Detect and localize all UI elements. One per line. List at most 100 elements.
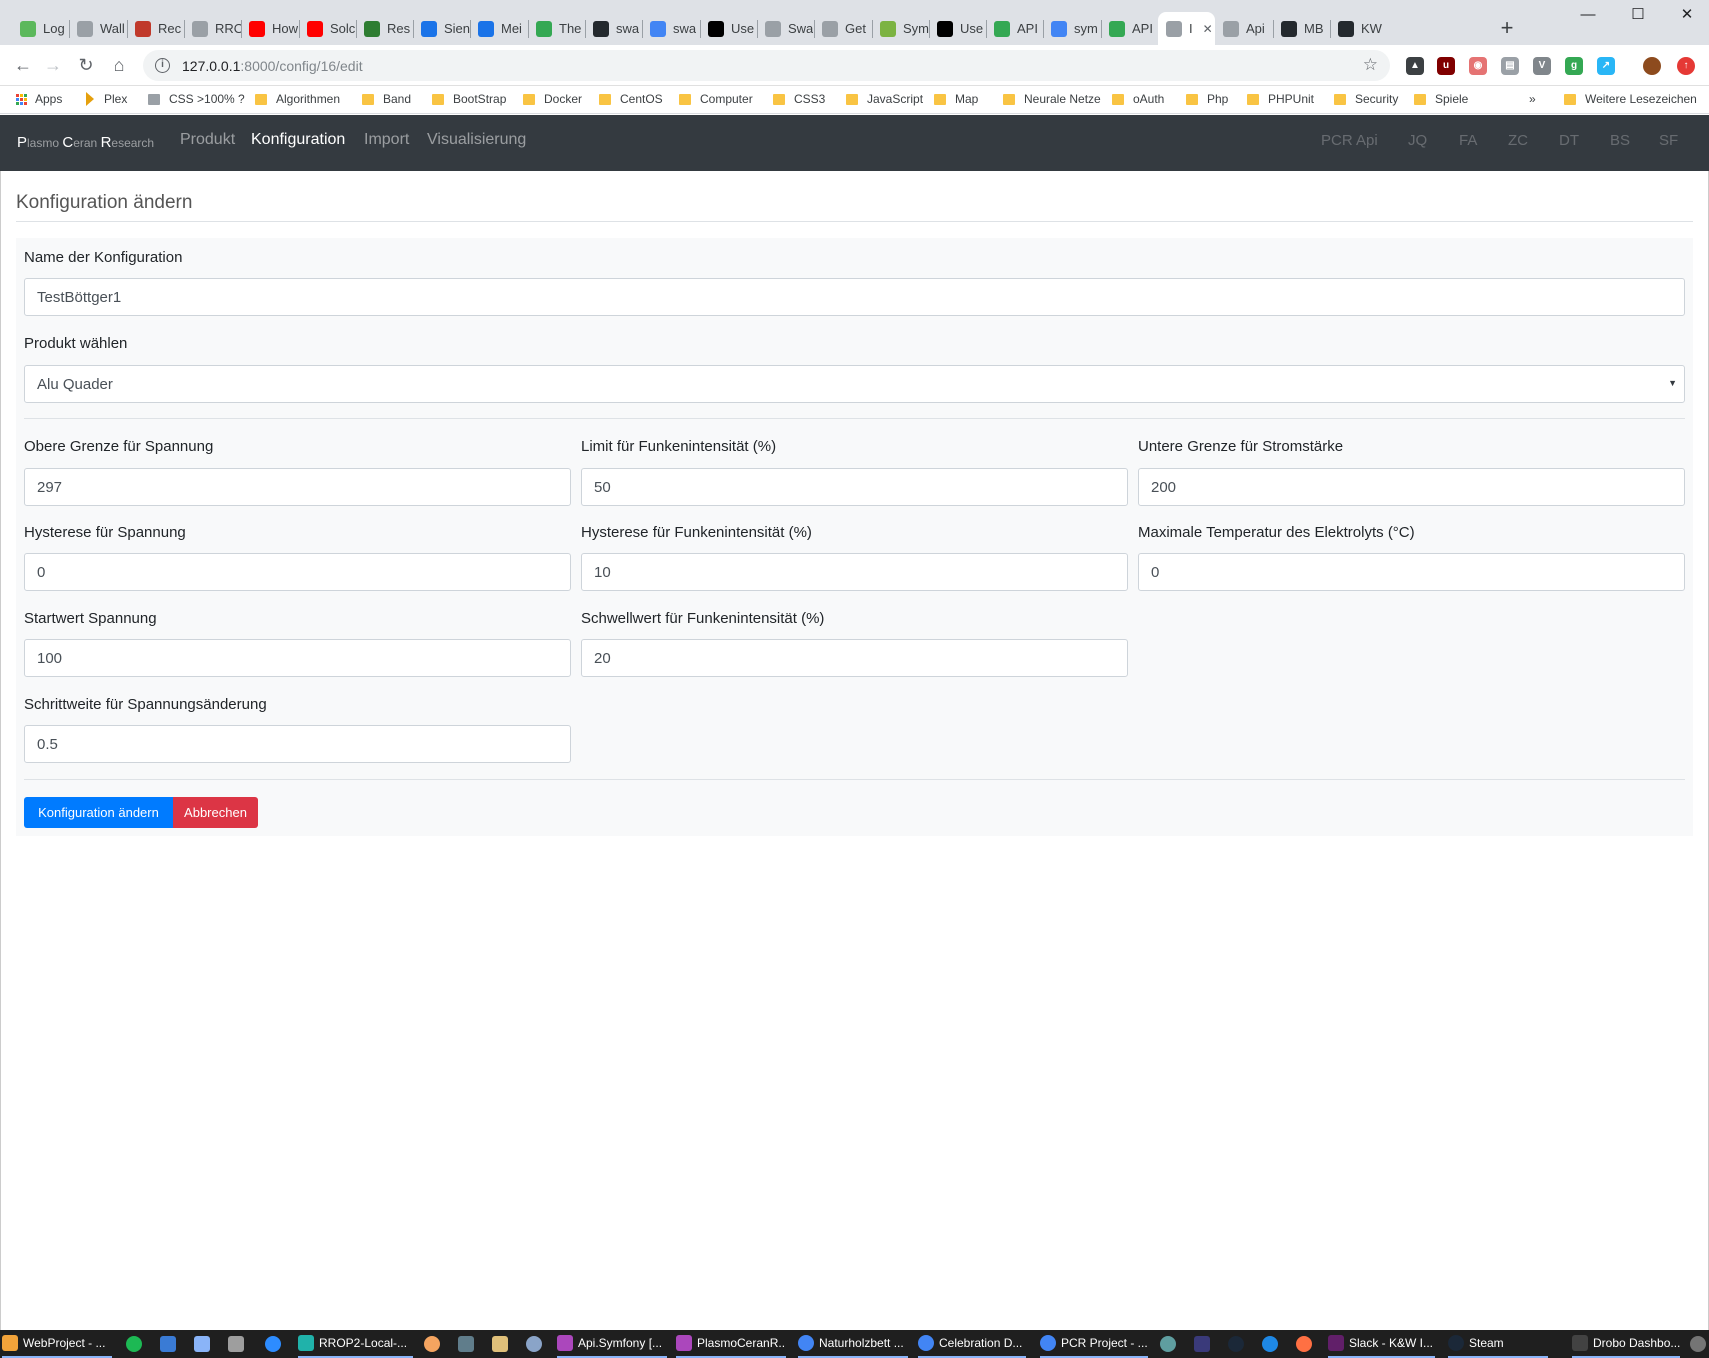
taskbar-item-webproject[interactable]: WebProject - ... (2, 1330, 112, 1358)
browser-tab[interactable]: Use (929, 12, 986, 45)
spotify-icon[interactable] (126, 1336, 142, 1352)
browser-tab[interactable]: Wall (69, 12, 126, 45)
browser-tab[interactable]: The (528, 12, 585, 45)
bookmark-folder[interactable]: CentOS (599, 92, 663, 106)
untere-grenze-stromstaerke-input[interactable] (1138, 468, 1685, 506)
extension-notes-icon[interactable]: ▤ (1501, 57, 1519, 75)
submit-button[interactable]: Konfiguration ändern (24, 797, 173, 828)
browser-tab[interactable]: API (986, 12, 1043, 45)
brand-logo[interactable]: Plasmo Ceran Research (17, 134, 154, 151)
app-icon-circle[interactable] (1262, 1336, 1278, 1352)
browser-tab[interactable]: MB (1273, 12, 1330, 45)
nav-zc[interactable]: ZC (1508, 132, 1528, 149)
teamviewer-icon[interactable] (265, 1336, 281, 1352)
bookmark-folder[interactable]: Computer (679, 92, 753, 106)
bookmark-folder[interactable]: PHPUnit (1247, 92, 1314, 106)
name-input[interactable] (24, 278, 1685, 316)
reload-icon[interactable]: ↻ (73, 52, 99, 78)
nav-dt[interactable]: DT (1559, 132, 1579, 149)
hysterese-funkenintensitaet-input[interactable] (581, 553, 1128, 591)
limit-funkenintensitaet-input[interactable] (581, 468, 1128, 506)
taskbar-item-steam[interactable]: Steam (1448, 1330, 1548, 1358)
browser-tab[interactable]: Res (356, 12, 413, 45)
taskbar-item-api-symfony[interactable]: Api.Symfony [... (557, 1330, 667, 1358)
minimize-button[interactable]: — (1566, 4, 1610, 26)
browser-tab[interactable]: Use (700, 12, 757, 45)
browser-tab[interactable]: Api (1215, 12, 1272, 45)
browser-tab[interactable]: KW (1330, 12, 1387, 45)
obere-grenze-spannung-input[interactable] (24, 468, 571, 506)
forward-icon[interactable]: → (40, 52, 66, 78)
app-icon-feather[interactable] (526, 1336, 542, 1352)
bookmark-other[interactable]: Weitere Lesezeichen (1564, 92, 1697, 106)
max-temperatur-input[interactable] (1138, 553, 1685, 591)
app-icon-gray[interactable] (228, 1336, 244, 1352)
nav-import[interactable]: Import (364, 131, 409, 149)
schwellwert-funkenintensitaet-input[interactable] (581, 639, 1128, 677)
bookmark-folder[interactable]: Band (362, 92, 411, 106)
bookmark-plex[interactable]: Plex (86, 92, 127, 106)
browser-tab[interactable]: I ✕ (1158, 12, 1215, 45)
app-icon-slate[interactable] (458, 1336, 474, 1352)
extension-google-icon[interactable]: g (1565, 57, 1583, 75)
browser-tab[interactable]: Solc (299, 12, 356, 45)
nav-konfiguration[interactable]: Konfiguration (251, 131, 345, 149)
browser-tab[interactable]: swa (585, 12, 642, 45)
product-select[interactable]: Alu Quader ▼ (24, 365, 1685, 403)
profile-avatar[interactable] (1643, 57, 1661, 75)
bookmark-folder[interactable]: Security (1334, 92, 1398, 106)
browser-tab[interactable]: Log (12, 12, 69, 45)
bookmark-star-icon[interactable]: ☆ (1363, 55, 1378, 75)
site-info-icon[interactable]: i (155, 58, 170, 73)
cancel-button[interactable]: Abbrechen (173, 797, 258, 828)
nav-fa[interactable]: FA (1459, 132, 1477, 149)
close-tab-icon[interactable]: ✕ (1203, 22, 1213, 36)
app-icon-orange[interactable] (424, 1336, 440, 1352)
bookmark-folder[interactable]: CSS3 (773, 92, 825, 106)
extension-vue-icon[interactable]: V (1533, 57, 1551, 75)
taskbar-item-drobo[interactable]: Drobo Dashbo... (1572, 1330, 1680, 1358)
taskbar-item-celebration[interactable]: Celebration D... (918, 1330, 1026, 1358)
browser-tab[interactable]: sym (1043, 12, 1100, 45)
browser-tab[interactable]: Get (814, 12, 871, 45)
new-tab-button[interactable]: + (1497, 16, 1517, 40)
tray-icon[interactable] (1690, 1336, 1706, 1352)
nav-produkt[interactable]: Produkt (180, 131, 235, 149)
browser-tab[interactable]: How (241, 12, 298, 45)
extension-ublock-icon[interactable]: u (1437, 57, 1455, 75)
startwert-spannung-input[interactable] (24, 639, 571, 677)
steam-tray-icon[interactable] (1228, 1336, 1244, 1352)
taskbar-item-slack[interactable]: Slack - K&W I... (1328, 1330, 1435, 1358)
nav-pcr-api[interactable]: PCR Api (1321, 132, 1378, 149)
extension-fire-icon[interactable]: ▲ (1406, 57, 1424, 75)
app-icon-navy[interactable] (1194, 1336, 1210, 1352)
bookmark-folder[interactable]: BootStrap (432, 92, 506, 106)
browser-tab[interactable]: Sien (413, 12, 470, 45)
taskbar-item-pcr-project[interactable]: PCR Project - ... (1040, 1330, 1148, 1358)
extension-translate-icon[interactable]: ↗ (1597, 57, 1615, 75)
bookmark-folder[interactable]: Neurale Netze (1003, 92, 1101, 106)
nav-visualisierung[interactable]: Visualisierung (427, 131, 526, 149)
app-icon-yellow[interactable] (492, 1336, 508, 1352)
bookmark-folder[interactable]: Algorithmen (255, 92, 340, 106)
app-icon-teal[interactable] (1160, 1336, 1176, 1352)
browser-tab[interactable]: RRO (184, 12, 241, 45)
bookmarks-overflow-button[interactable]: » (1529, 92, 1536, 106)
bookmark-folder[interactable]: Php (1186, 92, 1228, 106)
taskbar-item-rrop2[interactable]: RROP2-Local-... (298, 1330, 413, 1358)
app-icon-firefox[interactable] (1296, 1336, 1312, 1352)
app-icon-light[interactable] (194, 1336, 210, 1352)
bookmark-folder[interactable]: Spiele (1414, 92, 1468, 106)
schrittweite-spannung-input[interactable] (24, 725, 571, 763)
home-icon[interactable]: ⌂ (106, 52, 132, 78)
bookmark-folder[interactable]: Docker (523, 92, 582, 106)
taskbar-item-plasmoceran[interactable]: PlasmoCeranR... (676, 1330, 786, 1358)
bookmark-folder[interactable]: Map (934, 92, 978, 106)
update-icon[interactable]: ↑ (1677, 57, 1695, 75)
nav-sf[interactable]: SF (1659, 132, 1678, 149)
browser-tab[interactable]: swa (642, 12, 699, 45)
bookmark-folder[interactable]: CSS >100% ? (148, 92, 245, 106)
browser-tab[interactable]: Sym (872, 12, 929, 45)
maximize-button[interactable]: ☐ (1616, 4, 1660, 26)
browser-tab[interactable]: API (1101, 12, 1158, 45)
